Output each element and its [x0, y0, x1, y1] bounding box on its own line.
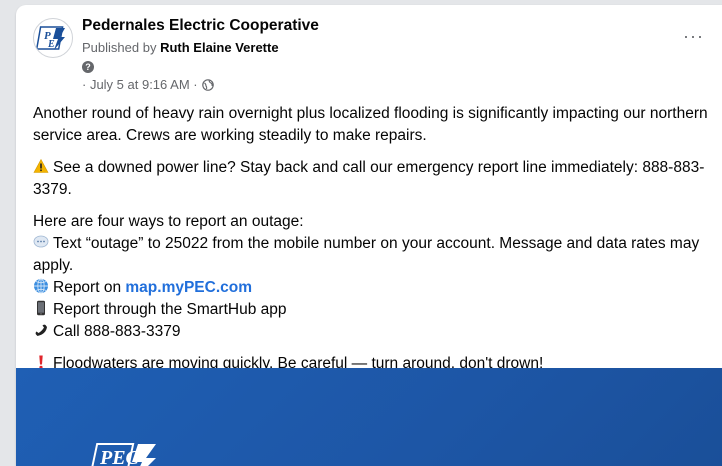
- post-body: Another round of heavy rain overnight pl…: [33, 103, 713, 385]
- timestamp-row: · July 5 at 9:16 AM ·: [82, 77, 214, 92]
- ways-list: Here are four ways to report an outage: …: [33, 211, 713, 343]
- outage-map-link[interactable]: map.myPEC.com: [125, 279, 252, 296]
- paragraph-downed-line: See a downed power line? Stay back and c…: [33, 157, 713, 201]
- more-options-icon[interactable]: ···: [683, 27, 704, 45]
- banner-logo-text: PEC: [99, 447, 140, 466]
- text-instruction: Text “outage” to 25022 from the mobile n…: [33, 235, 700, 274]
- telephone-receiver-icon: [35, 324, 47, 336]
- warning-icon: [33, 158, 49, 173]
- page-avatar[interactable]: P E: [33, 18, 73, 58]
- mobile-phone-icon: [37, 300, 45, 316]
- downed-line-text: See a downed power line? Stay back and c…: [33, 159, 705, 198]
- published-by: Published by Ruth Elaine Verette: [82, 40, 279, 55]
- speech-bubble-icon: [33, 235, 49, 248]
- post-card: P E Pedernales Electric Cooperative Publ…: [16, 5, 722, 466]
- list-item-text: Text “outage” to 25022 from the mobile n…: [33, 233, 713, 277]
- smarthub-text: Report through the SmartHub app: [53, 301, 287, 318]
- paragraph-rain: Another round of heavy rain overnight pl…: [33, 105, 708, 144]
- map-prefix: Report on: [53, 279, 126, 296]
- help-icon[interactable]: ?: [82, 61, 94, 73]
- pec-logo-icon: P E: [35, 26, 65, 50]
- svg-text:E: E: [47, 39, 55, 50]
- pec-banner-logo: PEC: [90, 443, 156, 466]
- post-timestamp[interactable]: · July 5 at 9:16 AM ·: [82, 77, 198, 92]
- publisher-name[interactable]: Ruth Elaine Verette: [160, 40, 278, 55]
- published-prefix: Published by: [82, 40, 157, 55]
- list-item-app: Report through the SmartHub app: [33, 299, 713, 321]
- post-header: P E Pedernales Electric Cooperative Publ…: [16, 5, 722, 103]
- post-image-banner[interactable]: PEC: [16, 368, 722, 466]
- ways-intro: Here are four ways to report an outage:: [33, 213, 304, 230]
- list-item-call: Call 888-883-3379: [33, 321, 713, 343]
- audience-globe-icon: [201, 78, 214, 91]
- globe-icon: [34, 278, 48, 294]
- page-name-link[interactable]: Pedernales Electric Cooperative: [82, 17, 319, 35]
- call-text: Call 888-883-3379: [53, 323, 181, 340]
- list-item-map: Report on map.myPEC.com: [33, 277, 713, 299]
